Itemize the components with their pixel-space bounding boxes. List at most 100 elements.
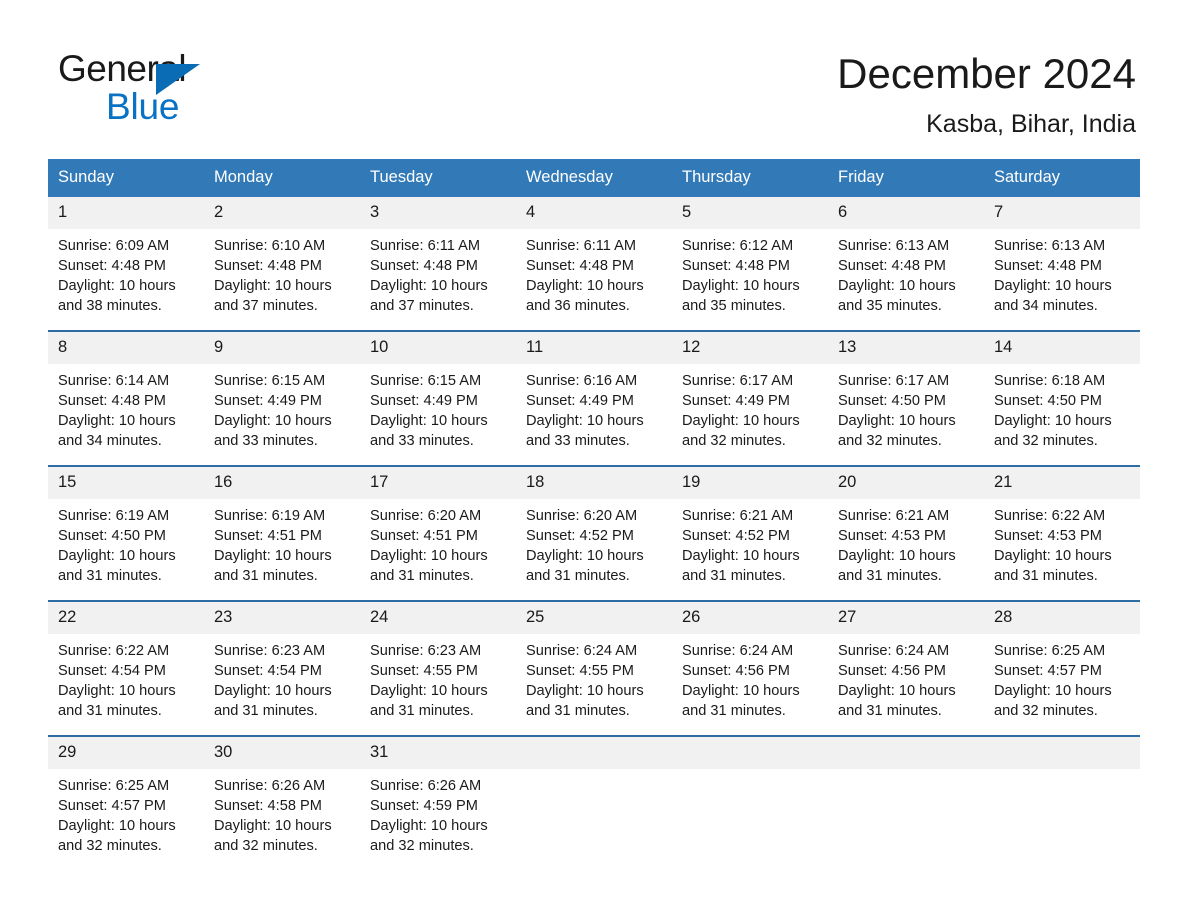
day-cell[interactable]: 23 Sunrise: 6:23 AM Sunset: 4:54 PM Dayligh…	[204, 602, 360, 736]
day-sunrise-text: Sunrise: 6:26 AM	[214, 778, 326, 795]
day-cell[interactable]: 11 Sunrise: 6:16 AM Sunset: 4:49 PM Dayligh…	[516, 332, 672, 466]
day-cell[interactable]: 2 Sunrise: 6:10 AM Sunset: 4:48 PM Daylight…	[204, 197, 360, 331]
day-sunset-text: Sunset: 4:49 PM	[370, 393, 478, 410]
day-cell[interactable]: 3 Sunrise: 6:11 AM Sunset: 4:48 PM Daylight…	[360, 197, 516, 331]
day-daylight-2-text: and 33 minutes.	[526, 433, 630, 450]
day-daylight-1-text: Daylight: 10 hours	[994, 278, 1112, 295]
day-sun-info: Sunrise: 6:24 AM Sunset: 4:56 PM Daylight:…	[828, 634, 984, 721]
day-number: 10	[360, 332, 516, 365]
day-cell[interactable]: 9 Sunrise: 6:15 AM Sunset: 4:49 PM Daylight…	[204, 332, 360, 466]
day-number: 20	[828, 467, 984, 500]
day-daylight-2-text: and 31 minutes.	[682, 568, 786, 585]
day-daylight-2-text: and 31 minutes.	[838, 703, 942, 720]
day-cell[interactable]: 16 Sunrise: 6:19 AM Sunset: 4:51 PM Dayligh…	[204, 467, 360, 601]
day-cell[interactable]: 10 Sunrise: 6:15 AM Sunset: 4:49 PM Dayligh…	[360, 332, 516, 466]
day-cell[interactable]: 20 Sunrise: 6:21 AM Sunset: 4:53 PM Dayligh…	[828, 467, 984, 601]
day-daylight-1-text: Daylight: 10 hours	[370, 683, 488, 700]
weekday-header-row: Sunday Monday Tuesday Wednesday Thursday…	[48, 159, 1140, 198]
day-cell[interactable]: 14 Sunrise: 6:18 AM Sunset: 4:50 PM Dayligh…	[984, 332, 1140, 466]
weekday-thursday: Thursday	[682, 168, 751, 187]
day-daylight-2-text: and 32 minutes.	[994, 433, 1098, 450]
day-sun-info: Sunrise: 6:21 AM Sunset: 4:52 PM Daylight:…	[672, 499, 828, 586]
day-daylight-2-text: and 34 minutes.	[994, 298, 1098, 315]
day-daylight-1-text: Daylight: 10 hours	[682, 413, 800, 430]
day-sunrise-text: Sunrise: 6:23 AM	[214, 643, 326, 660]
day-sunset-text: Sunset: 4:50 PM	[994, 393, 1102, 410]
day-cell[interactable]: 25 Sunrise: 6:24 AM Sunset: 4:55 PM Dayligh…	[516, 602, 672, 736]
day-sunset-text: Sunset: 4:52 PM	[682, 528, 790, 545]
day-sunset-text: Sunset: 4:52 PM	[526, 528, 634, 545]
day-cell[interactable]: 24 Sunrise: 6:23 AM Sunset: 4:55 PM Dayligh…	[360, 602, 516, 736]
day-cell[interactable]: 17 Sunrise: 6:20 AM Sunset: 4:51 PM Dayligh…	[360, 467, 516, 601]
day-sunset-text: Sunset: 4:56 PM	[838, 663, 946, 680]
day-cell[interactable]: 31 Sunrise: 6:26 AM Sunset: 4:59 PM Dayligh…	[360, 737, 516, 871]
day-daylight-2-text: and 31 minutes.	[682, 703, 786, 720]
day-daylight-2-text: and 31 minutes.	[370, 703, 474, 720]
day-sun-info: Sunrise: 6:12 AM Sunset: 4:48 PM Daylight:…	[672, 229, 828, 316]
day-cell[interactable]: 30 Sunrise: 6:26 AM Sunset: 4:58 PM Dayligh…	[204, 737, 360, 871]
day-daylight-2-text: and 31 minutes.	[994, 568, 1098, 585]
day-daylight-1-text: Daylight: 10 hours	[214, 278, 332, 295]
day-daylight-1-text: Daylight: 10 hours	[526, 548, 644, 565]
day-number: 19	[672, 467, 828, 500]
day-sun-info	[516, 769, 672, 776]
day-daylight-2-text: and 32 minutes.	[682, 433, 786, 450]
day-cell[interactable]: 7 Sunrise: 6:13 AM Sunset: 4:48 PM Daylight…	[984, 197, 1140, 331]
day-daylight-2-text: and 35 minutes.	[838, 298, 942, 315]
day-sunset-text: Sunset: 4:48 PM	[214, 258, 322, 275]
day-sun-info: Sunrise: 6:13 AM Sunset: 4:48 PM Daylight:…	[828, 229, 984, 316]
day-cell[interactable]: 15 Sunrise: 6:19 AM Sunset: 4:50 PM Dayligh…	[48, 467, 204, 601]
day-cell[interactable]: 12 Sunrise: 6:17 AM Sunset: 4:49 PM Dayligh…	[672, 332, 828, 466]
day-sun-info: Sunrise: 6:13 AM Sunset: 4:48 PM Daylight:…	[984, 229, 1140, 316]
day-cell-empty	[984, 737, 1140, 871]
day-cell[interactable]: 6 Sunrise: 6:13 AM Sunset: 4:48 PM Daylight…	[828, 197, 984, 331]
day-sunset-text: Sunset: 4:57 PM	[58, 798, 166, 815]
day-sunset-text: Sunset: 4:48 PM	[58, 258, 166, 275]
day-number: 22	[48, 602, 204, 635]
day-cell[interactable]: 21 Sunrise: 6:22 AM Sunset: 4:53 PM Dayligh…	[984, 467, 1140, 601]
day-sun-info: Sunrise: 6:19 AM Sunset: 4:50 PM Daylight:…	[48, 499, 204, 586]
day-sun-info: Sunrise: 6:15 AM Sunset: 4:49 PM Daylight:…	[204, 364, 360, 451]
day-sunset-text: Sunset: 4:53 PM	[838, 528, 946, 545]
weekday-monday: Monday	[214, 168, 273, 187]
day-cell[interactable]: 13 Sunrise: 6:17 AM Sunset: 4:50 PM Dayligh…	[828, 332, 984, 466]
day-cell[interactable]: 4 Sunrise: 6:11 AM Sunset: 4:48 PM Daylight…	[516, 197, 672, 331]
day-number: 12	[672, 332, 828, 365]
day-cell[interactable]: 28 Sunrise: 6:25 AM Sunset: 4:57 PM Dayligh…	[984, 602, 1140, 736]
day-daylight-1-text: Daylight: 10 hours	[838, 683, 956, 700]
day-daylight-2-text: and 36 minutes.	[526, 298, 630, 315]
day-number	[828, 737, 984, 770]
day-sunrise-text: Sunrise: 6:14 AM	[58, 373, 170, 390]
day-number: 5	[672, 197, 828, 230]
day-sunrise-text: Sunrise: 6:09 AM	[58, 238, 170, 255]
day-daylight-2-text: and 37 minutes.	[214, 298, 318, 315]
day-cell[interactable]: 1 Sunrise: 6:09 AM Sunset: 4:48 PM Daylight…	[48, 197, 204, 331]
day-sunrise-text: Sunrise: 6:24 AM	[682, 643, 794, 660]
day-cell[interactable]: 27 Sunrise: 6:24 AM Sunset: 4:56 PM Dayligh…	[828, 602, 984, 736]
day-sunrise-text: Sunrise: 6:11 AM	[526, 238, 637, 255]
calendar-week-row: 29 Sunrise: 6:25 AM Sunset: 4:57 PM Dayligh…	[48, 735, 1140, 871]
day-sun-info: Sunrise: 6:25 AM Sunset: 4:57 PM Daylight:…	[48, 769, 204, 856]
day-daylight-1-text: Daylight: 10 hours	[526, 413, 644, 430]
day-cell[interactable]: 8 Sunrise: 6:14 AM Sunset: 4:48 PM Daylight…	[48, 332, 204, 466]
day-number	[672, 737, 828, 770]
day-cell[interactable]: 29 Sunrise: 6:25 AM Sunset: 4:57 PM Dayligh…	[48, 737, 204, 871]
day-cell[interactable]: 19 Sunrise: 6:21 AM Sunset: 4:52 PM Dayligh…	[672, 467, 828, 601]
day-sun-info: Sunrise: 6:26 AM Sunset: 4:59 PM Daylight:…	[360, 769, 516, 856]
day-daylight-1-text: Daylight: 10 hours	[526, 683, 644, 700]
day-sun-info	[984, 769, 1140, 776]
day-cell[interactable]: 18 Sunrise: 6:20 AM Sunset: 4:52 PM Dayligh…	[516, 467, 672, 601]
day-sun-info: Sunrise: 6:16 AM Sunset: 4:49 PM Daylight:…	[516, 364, 672, 451]
day-sunrise-text: Sunrise: 6:16 AM	[526, 373, 638, 390]
day-cell[interactable]: 26 Sunrise: 6:24 AM Sunset: 4:56 PM Dayligh…	[672, 602, 828, 736]
day-daylight-2-text: and 32 minutes.	[838, 433, 942, 450]
day-sunrise-text: Sunrise: 6:21 AM	[838, 508, 950, 525]
day-number: 17	[360, 467, 516, 500]
day-number	[516, 737, 672, 770]
day-sunset-text: Sunset: 4:48 PM	[58, 393, 166, 410]
day-sun-info: Sunrise: 6:17 AM Sunset: 4:49 PM Daylight:…	[672, 364, 828, 451]
day-cell[interactable]: 22 Sunrise: 6:22 AM Sunset: 4:54 PM Dayligh…	[48, 602, 204, 736]
day-sun-info: Sunrise: 6:15 AM Sunset: 4:49 PM Daylight:…	[360, 364, 516, 451]
day-sunrise-text: Sunrise: 6:26 AM	[370, 778, 482, 795]
day-cell[interactable]: 5 Sunrise: 6:12 AM Sunset: 4:48 PM Daylight…	[672, 197, 828, 331]
